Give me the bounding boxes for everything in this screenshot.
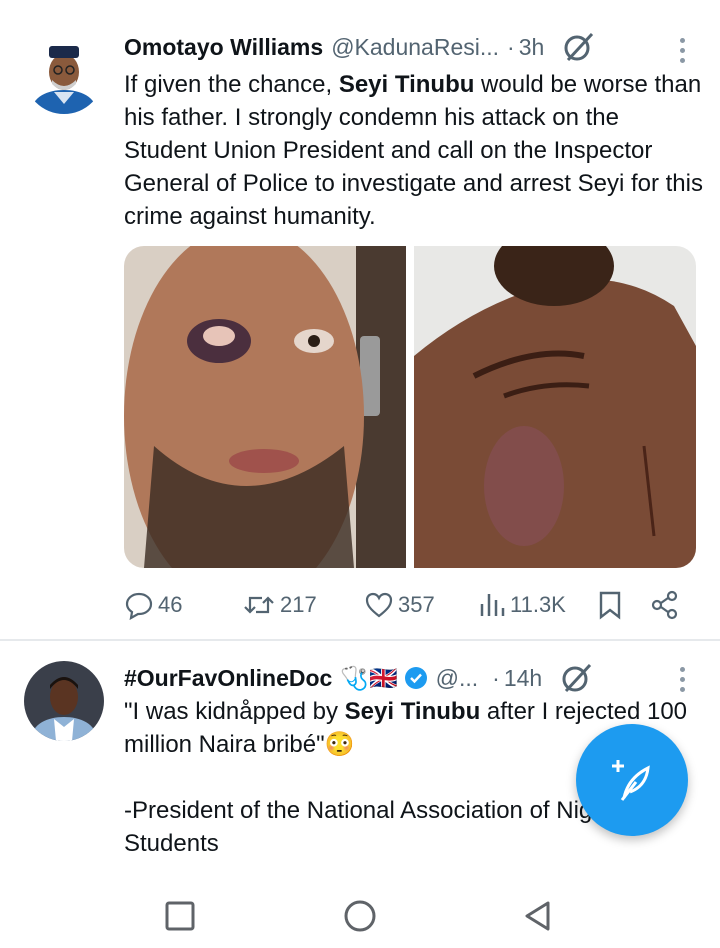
author-name[interactable]: #OurFavOnlineDoc [124,665,332,692]
more-options-icon[interactable] [680,38,686,68]
separator-dot: · [507,33,515,60]
system-nav-bar [0,882,720,948]
author-avatar[interactable] [24,661,104,741]
like-button[interactable]: 357 [364,588,435,622]
tweet-media[interactable] [124,246,696,568]
timestamp[interactable]: 3h [519,34,545,61]
tweet-header: Omotayo Williams @KadunaResi... · 3h [124,30,596,64]
like-count: 357 [398,592,435,617]
author-name[interactable]: Omotayo Williams [124,34,323,61]
reply-icon [125,592,153,620]
bookmark-button[interactable] [596,588,628,622]
repost-count: 217 [280,592,317,617]
tweet-text-part: If given the chance, [124,71,339,98]
tweet-text-bold: Seyi Tinubu [338,71,475,98]
author-handle[interactable]: @... [436,665,479,692]
repost-icon [244,596,274,614]
home-icon[interactable] [342,900,378,932]
more-options-icon[interactable] [680,667,686,697]
repost-button[interactable]: 217 [242,588,317,622]
tweet-text-part: "I was kidnåpped by [124,698,345,725]
reply-count: 46 [158,592,183,617]
compose-post-button[interactable] [576,724,688,836]
verified-badge-icon [404,666,428,690]
tweet-text: If given the chance, Seyi Tinubu would b… [124,68,704,233]
author-avatar[interactable] [24,34,104,114]
compose-post-icon [612,760,650,801]
tweet-actions: 46 217 357 11.3K [124,588,694,622]
view-count: 11.3K [510,592,566,617]
views-button[interactable]: 11.3K [478,588,566,622]
author-handle[interactable]: @KadunaResi... [331,34,499,61]
heart-icon [365,592,393,618]
grok-icon[interactable] [560,661,594,695]
separator-dot: · [492,664,500,691]
timestamp[interactable]: 14h [504,665,542,692]
recent-apps-icon[interactable] [164,900,196,932]
share-icon [651,590,678,620]
views-icon [480,594,505,616]
tweet[interactable]: Omotayo Williams @KadunaResi... · 3h If … [0,0,720,640]
media-photo-back[interactable] [414,246,696,568]
reply-button[interactable]: 46 [124,588,182,622]
author-badges: 🩺🇬🇧 [340,664,398,691]
tweet-header: #OurFavOnlineDoc 🩺🇬🇧 @... · 14h [124,661,594,695]
grok-icon[interactable] [562,30,596,64]
back-icon[interactable] [522,900,554,932]
share-button[interactable] [650,588,684,622]
bookmark-icon [599,591,621,620]
tweet-text-bold: Seyi Tinubu [344,698,481,725]
media-photo-face[interactable] [124,246,406,568]
